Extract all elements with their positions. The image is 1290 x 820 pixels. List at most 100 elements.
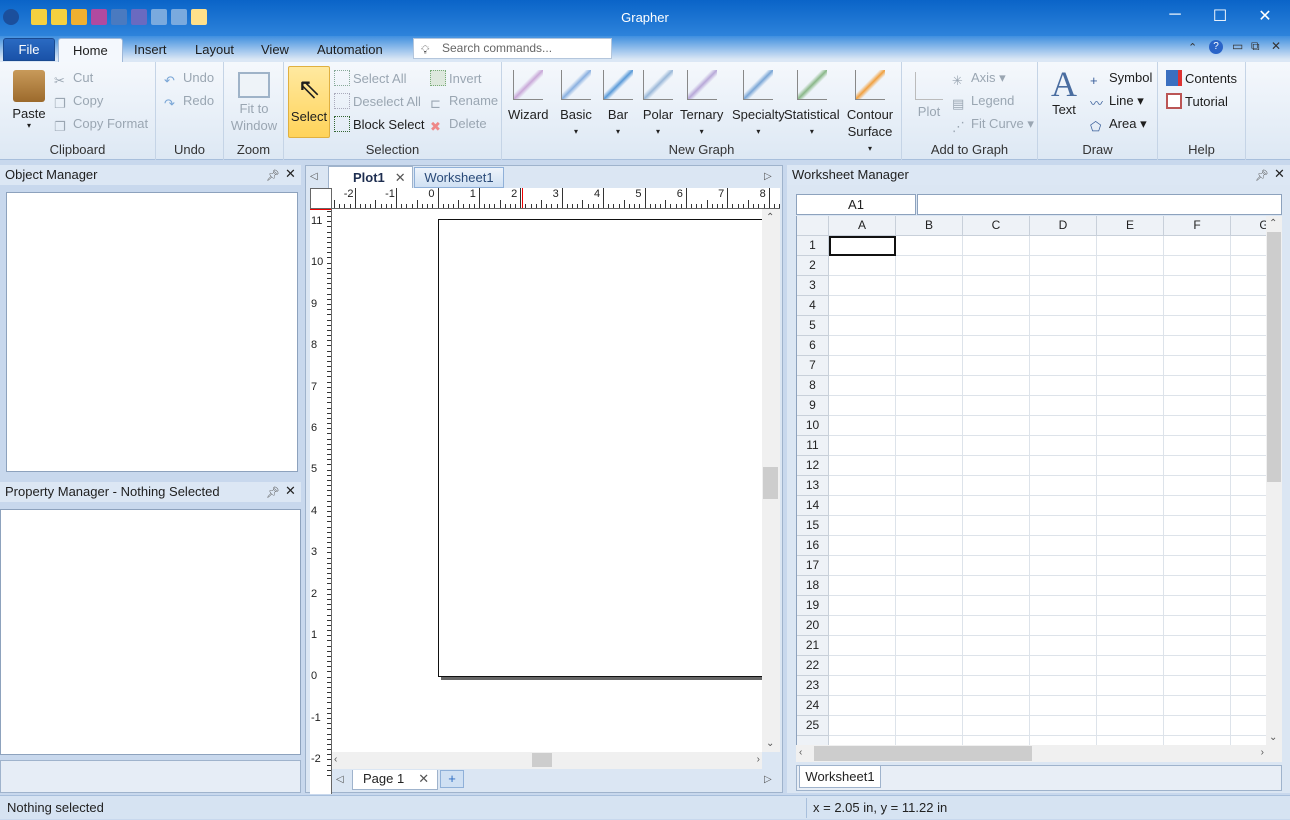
new-graph-ternary-button[interactable]: Ternary ▾ <box>680 70 723 140</box>
cell[interactable] <box>963 676 1030 696</box>
open-icon[interactable] <box>71 9 87 25</box>
cell[interactable] <box>963 476 1030 496</box>
export-icon[interactable] <box>111 9 127 25</box>
doc-close-icon[interactable]: ✕ <box>1271 39 1281 53</box>
cell[interactable] <box>1164 616 1231 636</box>
scroll-left-icon[interactable]: ‹ <box>799 747 802 758</box>
scroll-right-icon[interactable]: › <box>1261 747 1264 758</box>
close-tab-icon[interactable]: ✕ <box>395 170 406 185</box>
pin-icon[interactable]: 📌︎ <box>266 486 280 499</box>
row-header[interactable]: 22 <box>797 656 829 676</box>
cell[interactable] <box>963 496 1030 516</box>
cell[interactable] <box>1164 456 1231 476</box>
cell[interactable] <box>829 716 896 736</box>
row-header[interactable]: 10 <box>797 416 829 436</box>
cell[interactable] <box>1164 556 1231 576</box>
cell[interactable] <box>829 316 896 336</box>
cell[interactable] <box>829 696 896 716</box>
cell[interactable] <box>896 476 963 496</box>
cell[interactable] <box>1231 736 1266 745</box>
cell[interactable] <box>829 356 896 376</box>
spreadsheet-grid[interactable]: ABCDEFG123456789101112131415161718192021… <box>796 216 1266 745</box>
block-select-button[interactable]: Block Select <box>334 116 425 132</box>
minimize-button[interactable]: ─ <box>1160 6 1190 26</box>
cell[interactable] <box>1164 416 1231 436</box>
cell[interactable] <box>1164 676 1231 696</box>
row-header[interactable]: 17 <box>797 556 829 576</box>
cell[interactable] <box>1097 256 1164 276</box>
cell[interactable] <box>1231 356 1266 376</box>
cell[interactable] <box>1231 636 1266 656</box>
scroll-thumb[interactable] <box>1267 232 1281 482</box>
cell[interactable] <box>1097 656 1164 676</box>
column-header-B[interactable]: B <box>896 216 963 236</box>
row-header[interactable]: 24 <box>797 696 829 716</box>
new-plot-icon[interactable] <box>31 9 47 25</box>
cell[interactable] <box>896 296 963 316</box>
column-header-E[interactable]: E <box>1097 216 1164 236</box>
cell[interactable] <box>1231 556 1266 576</box>
row-header[interactable]: 9 <box>797 396 829 416</box>
column-header-C[interactable]: C <box>963 216 1030 236</box>
collapse-ribbon-icon[interactable]: ⌃ <box>1188 41 1197 54</box>
cell[interactable] <box>1030 376 1097 396</box>
cell[interactable] <box>829 416 896 436</box>
cell[interactable] <box>896 676 963 696</box>
tab-worksheet1[interactable]: Worksheet1 <box>414 167 504 188</box>
cell[interactable] <box>963 336 1030 356</box>
cell[interactable] <box>1030 696 1097 716</box>
cell[interactable] <box>1231 596 1266 616</box>
paste-button[interactable]: Paste ▾ <box>8 70 50 130</box>
cell[interactable] <box>829 496 896 516</box>
cell[interactable] <box>829 516 896 536</box>
cell[interactable] <box>1030 296 1097 316</box>
tab-insert[interactable]: Insert <box>120 38 181 62</box>
row-header[interactable]: 16 <box>797 536 829 556</box>
cell[interactable] <box>1164 716 1231 736</box>
cell[interactable] <box>1097 396 1164 416</box>
plot-canvas[interactable] <box>332 209 762 752</box>
deselect-all-button[interactable]: Deselect All <box>334 93 421 109</box>
select-button[interactable]: ⇖ Select <box>288 66 330 138</box>
cell[interactable] <box>896 376 963 396</box>
cell[interactable] <box>1030 556 1097 576</box>
axis-button[interactable]: ✳ Axis ▾ <box>952 70 1006 89</box>
scroll-down-icon[interactable]: ⌄ <box>1269 732 1277 743</box>
row-header[interactable]: 23 <box>797 676 829 696</box>
row-header[interactable] <box>797 736 829 745</box>
globe-app-icon[interactable] <box>3 9 19 25</box>
cell[interactable] <box>1030 496 1097 516</box>
cell[interactable] <box>1097 576 1164 596</box>
object-manager-tree[interactable] <box>6 192 298 472</box>
new-worksheet-icon[interactable] <box>51 9 67 25</box>
cell[interactable] <box>1231 296 1266 316</box>
cell[interactable] <box>896 656 963 676</box>
tab-scroll-left-icon[interactable]: ◁ <box>310 171 318 182</box>
cell[interactable] <box>1164 596 1231 616</box>
cell[interactable] <box>1231 516 1266 536</box>
cell[interactable] <box>1231 716 1266 736</box>
scroll-up-icon[interactable]: ⌃ <box>766 212 774 223</box>
rename-button[interactable]: ⊏ Rename <box>430 93 498 112</box>
cell[interactable] <box>1164 276 1231 296</box>
cell[interactable] <box>829 536 896 556</box>
cell[interactable] <box>896 336 963 356</box>
page-tab[interactable]: Page 1 ✕ <box>352 770 438 790</box>
row-header[interactable]: 18 <box>797 576 829 596</box>
cell[interactable] <box>829 736 896 745</box>
cell[interactable] <box>829 376 896 396</box>
cell[interactable] <box>963 536 1030 556</box>
cell[interactable] <box>1097 616 1164 636</box>
row-header[interactable]: 25 <box>797 716 829 736</box>
cell[interactable] <box>963 456 1030 476</box>
scroll-thumb[interactable] <box>532 753 552 767</box>
cell[interactable] <box>1030 476 1097 496</box>
symbol-button[interactable]: + Symbol <box>1090 70 1152 89</box>
line-button[interactable]: 〰 Line ▾ <box>1090 93 1144 111</box>
cell[interactable] <box>1231 496 1266 516</box>
cell[interactable] <box>1097 556 1164 576</box>
cell[interactable] <box>1164 316 1231 336</box>
tab-layout[interactable]: Layout <box>181 38 248 62</box>
cell[interactable] <box>1030 616 1097 636</box>
cell[interactable] <box>1164 396 1231 416</box>
